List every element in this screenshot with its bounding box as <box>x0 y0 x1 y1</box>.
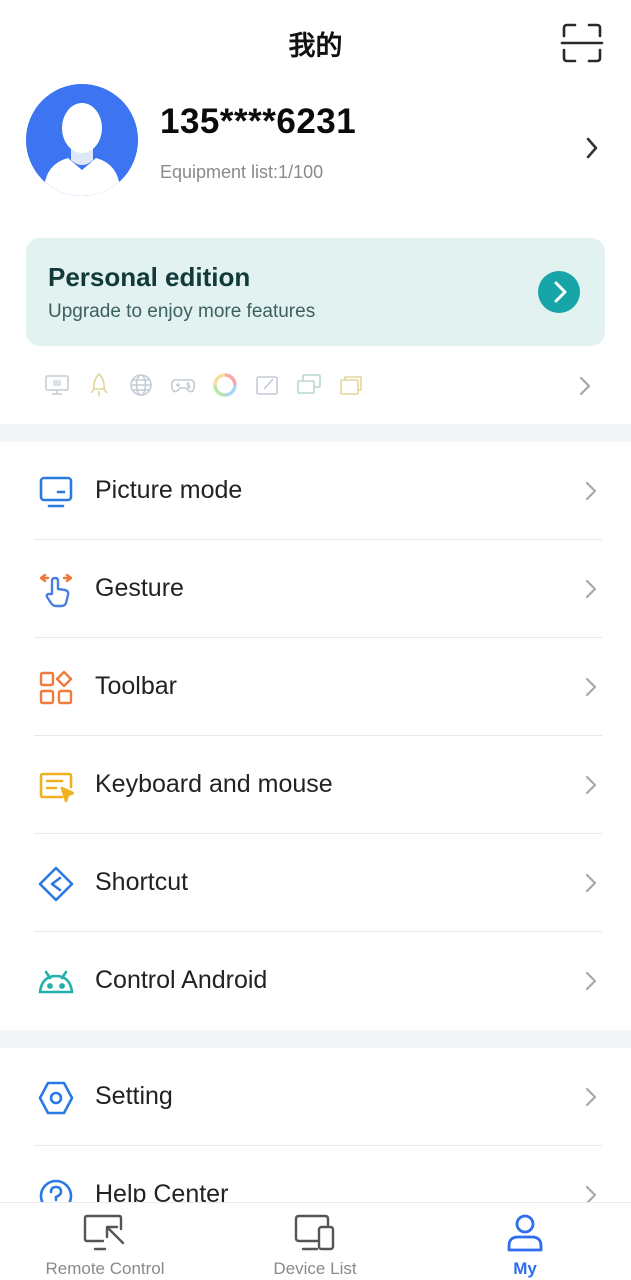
keyboard-mouse-icon <box>39 772 74 803</box>
toolbar-grid-icon <box>39 670 73 705</box>
multi-screen-icon <box>297 374 321 394</box>
rocket-icon <box>90 372 108 396</box>
avatar[interactable] <box>26 84 138 196</box>
header: 我的 <box>0 0 631 84</box>
chevron-right-icon <box>585 677 597 697</box>
window-stack-icon <box>340 376 362 395</box>
menu-item-shortcut[interactable]: Shortcut <box>0 834 631 932</box>
menu-item-label: Picture mode <box>95 476 243 504</box>
edition-title: Personal edition <box>48 262 251 292</box>
equipment-count: Equipment list:1/100 <box>160 162 324 182</box>
menu-item-keyboard-and-mouse[interactable]: Keyboard and mouse <box>0 736 631 834</box>
tab-label: Device List <box>273 1259 357 1278</box>
menu-item-picture-mode[interactable]: Picture mode <box>0 442 631 540</box>
chevron-right-icon <box>585 1087 597 1107</box>
section-gap <box>0 424 631 442</box>
page-title: 我的 <box>288 31 343 62</box>
menu-item-label: Shortcut <box>95 868 189 896</box>
menu-item-control-android[interactable]: Control Android <box>0 932 631 1030</box>
menu-item-label: Gesture <box>95 574 184 602</box>
chevron-right-icon <box>585 481 597 501</box>
tab-device-list[interactable]: Device List <box>210 1203 420 1280</box>
settings-hexagon-icon <box>38 1081 74 1115</box>
shortcut-icon <box>38 866 74 902</box>
profile-section[interactable]: 135****6231 Equipment list:1/100 <box>0 84 631 204</box>
section-gap <box>0 1030 631 1048</box>
menu-item-label: Control Android <box>95 966 268 994</box>
drawing-tablet-icon <box>256 376 278 395</box>
menu-item-label: Setting <box>95 1082 173 1110</box>
scan-button[interactable] <box>560 22 604 64</box>
color-wheel-icon <box>213 373 237 397</box>
monitor-icon <box>45 375 69 395</box>
tab-my[interactable]: My <box>420 1203 630 1280</box>
menu-item-gesture[interactable]: Gesture <box>0 540 631 638</box>
globe-icon <box>130 374 152 396</box>
chevron-right-icon <box>585 579 597 599</box>
scan-icon <box>560 23 604 63</box>
gamepad-icon <box>171 379 195 393</box>
feature-strip[interactable] <box>0 360 631 410</box>
user-icon <box>507 1214 543 1252</box>
personal-edition-card[interactable]: Personal edition Upgrade to enjoy more f… <box>26 238 605 346</box>
bottom-tab-bar: Remote Control Device List My <box>0 1202 631 1280</box>
menu-item-toolbar[interactable]: Toolbar <box>0 638 631 736</box>
chevron-right-icon <box>585 873 597 893</box>
monitor-icon <box>39 476 73 508</box>
menu-item-label: Toolbar <box>95 672 177 700</box>
default-avatar-icon <box>26 84 138 196</box>
remote-control-icon <box>83 1214 125 1251</box>
settings-menu: Picture mode Gesture Toolbar Keyboard an… <box>0 442 631 1030</box>
tab-label: My <box>513 1259 537 1278</box>
chevron-right-icon[interactable] <box>576 374 594 398</box>
menu-item-setting[interactable]: Setting <box>0 1048 631 1146</box>
chevron-right-icon <box>585 971 597 991</box>
device-list-icon <box>294 1214 335 1251</box>
edition-subtitle: Upgrade to enjoy more features <box>48 301 316 322</box>
android-icon <box>38 970 74 994</box>
upgrade-button[interactable] <box>538 271 580 313</box>
chevron-right-icon <box>554 281 567 303</box>
chevron-right-icon <box>585 775 597 795</box>
tab-remote-control[interactable]: Remote Control <box>0 1203 210 1280</box>
gesture-hand-icon <box>39 573 73 608</box>
menu-item-label: Keyboard and mouse <box>95 770 333 798</box>
chevron-right-icon[interactable] <box>582 134 602 162</box>
tab-label: Remote Control <box>45 1259 165 1278</box>
phone-number: 135****6231 <box>160 102 357 141</box>
